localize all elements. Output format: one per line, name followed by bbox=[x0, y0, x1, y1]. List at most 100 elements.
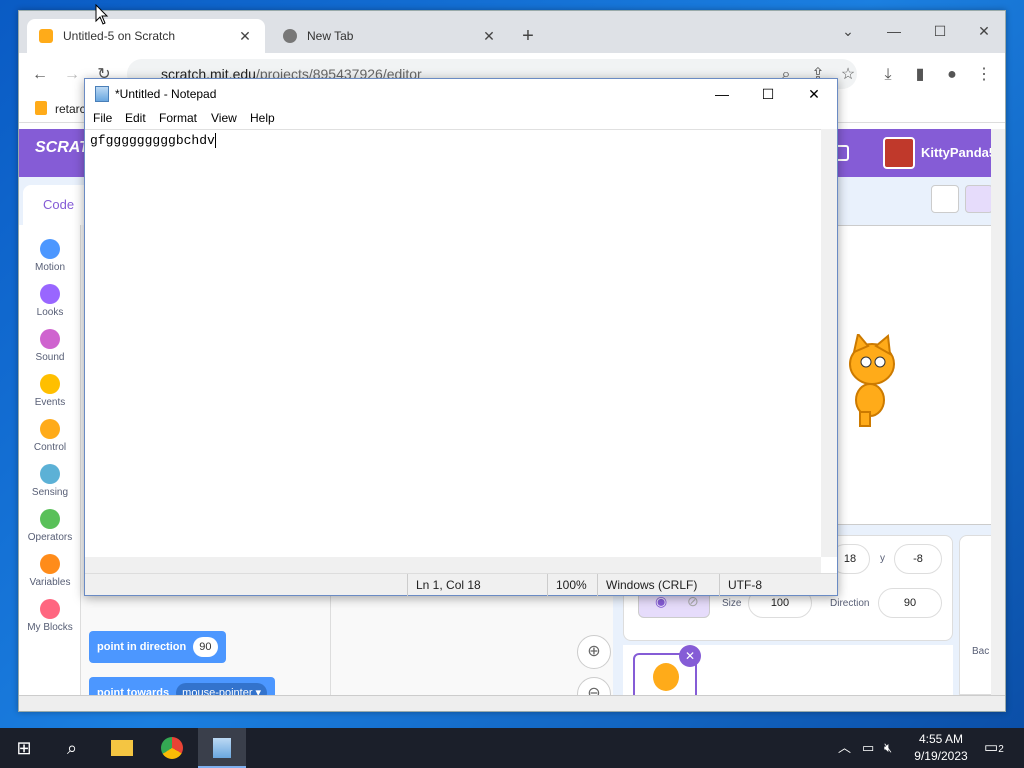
tab-title: Untitled-5 on Scratch bbox=[63, 29, 176, 43]
category-label: Variables bbox=[29, 577, 71, 588]
notepad-logo bbox=[213, 738, 231, 758]
download-icon[interactable]: ⤓ bbox=[877, 64, 899, 86]
search-icon[interactable]: ⌕ bbox=[48, 728, 96, 768]
category-sensing[interactable]: Sensing bbox=[19, 460, 81, 505]
category-label: Motion bbox=[34, 262, 65, 273]
events-dot-icon bbox=[40, 374, 60, 394]
bookmark-favicon-icon bbox=[35, 101, 47, 115]
notifications-icon[interactable]: ▭2 bbox=[984, 728, 1004, 768]
category-events[interactable]: Events bbox=[19, 370, 81, 415]
clock[interactable]: 4:55 AM 9/19/2023 bbox=[904, 731, 978, 765]
notepad-text-area[interactable]: gfgggggggggbchdv bbox=[85, 129, 821, 557]
notepad-maximize-button[interactable]: ☐ bbox=[745, 79, 791, 109]
close-tab-icon[interactable]: ✕ bbox=[237, 28, 253, 45]
category-variables[interactable]: Variables bbox=[19, 550, 81, 595]
notepad-title: *Untitled - Notepad bbox=[115, 87, 217, 101]
bookmark-item[interactable]: retarc bbox=[55, 102, 86, 116]
menu-icon[interactable]: ⋮ bbox=[973, 64, 995, 86]
menu-file[interactable]: File bbox=[93, 111, 112, 125]
tab-scratch[interactable]: Untitled-5 on Scratch ✕ bbox=[27, 19, 265, 53]
clock-time: 4:55 AM bbox=[918, 732, 964, 746]
scratch-cat-sprite[interactable] bbox=[842, 334, 900, 430]
notepad-vertical-scrollbar[interactable] bbox=[821, 129, 837, 557]
tab-new-tab[interactable]: New Tab ✕ bbox=[275, 19, 505, 53]
file-explorer-icon[interactable] bbox=[98, 728, 146, 768]
category-label: Events bbox=[34, 397, 66, 408]
category-label: My Blocks bbox=[27, 622, 73, 633]
side-panel-icon[interactable]: ▮ bbox=[909, 64, 931, 86]
sensing-dot-icon bbox=[40, 464, 60, 484]
zoom-level: 100% bbox=[547, 574, 597, 596]
category-motion[interactable]: Motion bbox=[19, 235, 81, 280]
tab-title: New Tab bbox=[307, 29, 354, 43]
new-tab-button[interactable]: + bbox=[517, 25, 539, 47]
clock-date: 9/19/2023 bbox=[914, 749, 968, 763]
zoom-in-icon[interactable]: ⊕ bbox=[577, 635, 611, 669]
sprite-list: ✕ bbox=[623, 645, 953, 701]
notepad-minimize-button[interactable]: — bbox=[699, 79, 745, 109]
page-vertical-scrollbar[interactable] bbox=[991, 129, 1005, 695]
category-sound[interactable]: Sound bbox=[19, 325, 81, 370]
network-icon[interactable]: ▭ bbox=[862, 728, 874, 768]
back-icon[interactable]: ← bbox=[29, 64, 51, 86]
notepad-content: gfgggggggggbchdv bbox=[90, 133, 215, 148]
show-hidden-icons-icon[interactable]: ︿ bbox=[838, 728, 851, 768]
category-my-blocks[interactable]: My Blocks bbox=[19, 595, 81, 640]
operators-dot-icon bbox=[40, 509, 60, 529]
y-field[interactable]: -8 bbox=[894, 544, 942, 574]
text-caret bbox=[214, 133, 216, 149]
category-label: Sound bbox=[35, 352, 65, 363]
notepad-horizontal-scrollbar[interactable] bbox=[85, 557, 821, 573]
profile-icon[interactable]: ● bbox=[941, 64, 963, 86]
code-tab-label: Code bbox=[43, 197, 75, 212]
block-label: point in direction bbox=[97, 641, 187, 653]
looks-dot-icon bbox=[40, 284, 60, 304]
mouse-cursor-icon bbox=[95, 4, 109, 25]
menu-view[interactable]: View bbox=[211, 111, 237, 125]
close-tab-icon[interactable]: ✕ bbox=[481, 28, 497, 45]
tab-code[interactable]: Code bbox=[23, 185, 93, 225]
page-horizontal-scrollbar[interactable] bbox=[19, 695, 1005, 711]
bookmark-star-icon[interactable]: ☆ bbox=[837, 64, 859, 86]
notepad-window: *Untitled - Notepad — ☐ ✕ File Edit Form… bbox=[84, 78, 838, 596]
volume-muted-icon[interactable]: 🔇︎ bbox=[884, 728, 892, 768]
taskbar: ⊞ ⌕ ︿ ▭ 🔇︎ 4:55 AM 9/19/2023 ▭2 bbox=[0, 728, 1024, 768]
point-in-direction-block[interactable]: point in direction 90 bbox=[89, 631, 226, 663]
cat-thumbnail-icon bbox=[653, 663, 679, 691]
forward-icon[interactable]: → bbox=[61, 64, 83, 86]
folder-shape bbox=[111, 740, 133, 756]
category-control[interactable]: Control bbox=[19, 415, 81, 460]
direction-label: Direction bbox=[830, 598, 870, 609]
chrome-logo bbox=[161, 737, 183, 759]
menu-help[interactable]: Help bbox=[250, 111, 275, 125]
notepad-titlebar[interactable]: *Untitled - Notepad — ☐ ✕ bbox=[85, 79, 837, 109]
category-label: Looks bbox=[36, 307, 64, 318]
notepad-taskbar-icon[interactable] bbox=[198, 728, 246, 768]
chrome-icon bbox=[283, 29, 297, 43]
category-label: Operators bbox=[27, 532, 73, 543]
control-dot-icon bbox=[40, 419, 60, 439]
menu-edit[interactable]: Edit bbox=[125, 111, 146, 125]
scratch-logo[interactable]: SCRATCH bbox=[35, 139, 112, 169]
category-label: Sensing bbox=[31, 487, 69, 498]
close-window-button[interactable]: ✕ bbox=[961, 17, 1005, 45]
category-operators[interactable]: Operators bbox=[19, 505, 81, 550]
start-windows-icon[interactable]: ⊞ bbox=[0, 728, 48, 768]
direction-field[interactable]: 90 bbox=[878, 588, 942, 618]
username[interactable]: KittyPanda5 bbox=[921, 145, 996, 160]
notepad-app-icon bbox=[95, 86, 109, 102]
avatar[interactable] bbox=[883, 137, 915, 169]
category-looks[interactable]: Looks bbox=[19, 280, 81, 325]
large-stage-icon[interactable] bbox=[965, 185, 993, 213]
tab-search-icon[interactable]: ⌄ bbox=[825, 17, 871, 45]
small-stage-icon[interactable] bbox=[931, 185, 959, 213]
delete-sprite-icon[interactable]: ✕ bbox=[679, 645, 701, 667]
minimize-button[interactable]: — bbox=[871, 17, 917, 45]
block-categories: Motion Looks Sound Events Control Sensin… bbox=[19, 225, 81, 695]
maximize-button[interactable]: ☐ bbox=[917, 17, 963, 45]
notepad-close-button[interactable]: ✕ bbox=[791, 79, 837, 109]
menu-format[interactable]: Format bbox=[159, 111, 197, 125]
chrome-icon[interactable] bbox=[148, 728, 196, 768]
line-endings: Windows (CRLF) bbox=[597, 574, 719, 596]
direction-input[interactable]: 90 bbox=[193, 637, 218, 657]
